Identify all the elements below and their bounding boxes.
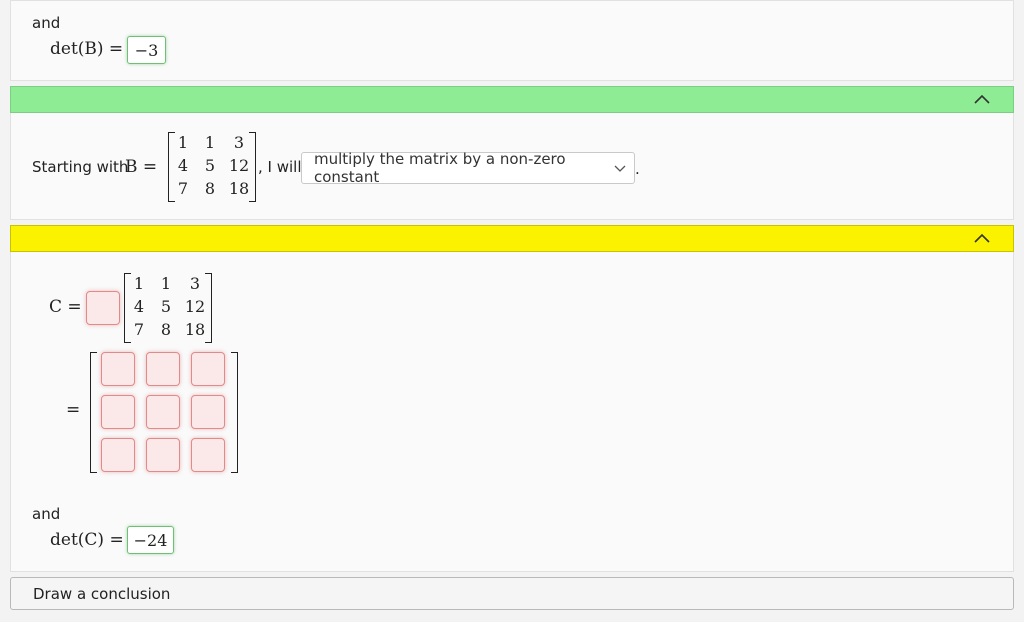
chevron-down-icon (614, 165, 626, 172)
matrix-original: 1 1 3 4 5 12 7 8 18 (124, 273, 212, 343)
det-b-answer[interactable]: −3 (127, 36, 166, 64)
matrix-cell: 5 (160, 297, 172, 316)
b-equals-label: B = (125, 157, 158, 177)
matrix-b-cell: 7 (177, 179, 189, 198)
matrix-cell: 18 (184, 320, 206, 339)
matrix-b-cell: 1 (204, 133, 216, 152)
result-matrix-input[interactable] (146, 395, 180, 429)
step-header-yellow[interactable] (10, 225, 1014, 252)
matrix-cell: 8 (160, 320, 172, 339)
det-b-label: det(B) = (50, 39, 124, 59)
result-matrix-input[interactable] (146, 438, 180, 472)
result-matrix-input[interactable] (191, 438, 225, 472)
matrix-cell: 3 (189, 274, 201, 293)
det-c-answer[interactable]: −24 (127, 526, 174, 554)
det-c-label: det(C) = (50, 530, 124, 550)
and-label: and (32, 14, 61, 32)
matrix-cell: 7 (133, 320, 145, 339)
draw-conclusion-button[interactable]: Draw a conclusion (10, 577, 1014, 610)
equals-sign: = (66, 400, 81, 420)
matrix-b-cell: 5 (204, 156, 216, 175)
result-matrix (90, 352, 238, 473)
matrix-cell: 4 (133, 297, 145, 316)
matrix-b-cell: 8 (204, 179, 216, 198)
matrix-cell: 1 (133, 274, 145, 293)
starting-with-label: Starting with (32, 158, 129, 176)
operation-select-value: multiply the matrix by a non-zero consta… (314, 150, 566, 186)
period-label: . (635, 160, 640, 178)
result-matrix-input[interactable] (101, 352, 135, 386)
i-will-label: , I will (258, 158, 302, 176)
c-equals-label: C = (49, 297, 82, 317)
matrix-cell: 1 (160, 274, 172, 293)
chevron-up-icon[interactable] (973, 91, 991, 109)
matrix-b: 1 1 3 4 5 12 7 8 18 (168, 132, 256, 202)
matrix-b-cell: 4 (177, 156, 189, 175)
result-matrix-input[interactable] (101, 395, 135, 429)
result-matrix-input[interactable] (146, 352, 180, 386)
step-header-green[interactable] (10, 86, 1014, 113)
matrix-b-cell: 12 (228, 156, 250, 175)
result-matrix-input[interactable] (191, 395, 225, 429)
and-label: and (32, 505, 61, 523)
det-b-panel: and det(B) = −3 (10, 0, 1014, 81)
matrix-b-cell: 18 (228, 179, 250, 198)
operation-select[interactable]: multiply the matrix by a non-zero consta… (301, 150, 635, 186)
scalar-input[interactable] (86, 291, 120, 325)
result-matrix-input[interactable] (101, 438, 135, 472)
matrix-cell: 12 (184, 297, 206, 316)
matrix-b-cell: 1 (177, 133, 189, 152)
chevron-up-icon[interactable] (973, 230, 991, 248)
matrix-b-cell: 3 (233, 133, 245, 152)
result-panel: C = 1 1 3 4 5 12 7 8 18 = and det(C) = −… (10, 252, 1014, 572)
result-matrix-input[interactable] (191, 352, 225, 386)
